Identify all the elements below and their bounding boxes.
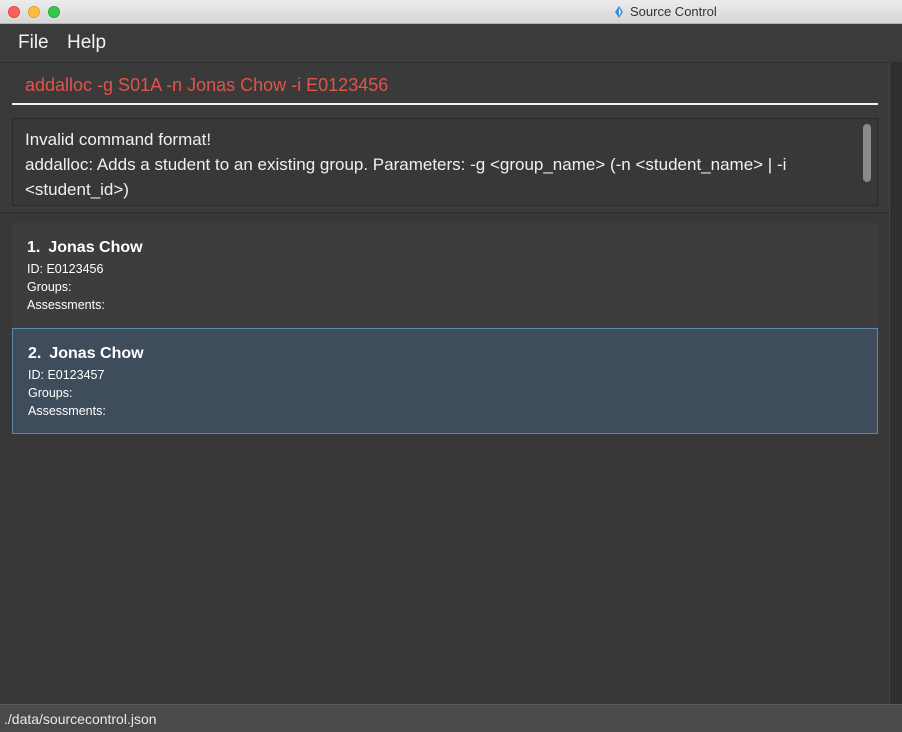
status-save-location: ./data/sourcecontrol.json [4,711,157,727]
maximize-window-button[interactable] [48,6,60,18]
student-groups: Groups: [28,386,73,400]
student-name: Jonas Chow [48,239,143,256]
menu-bar: File Help [0,24,902,62]
minimize-window-button[interactable] [28,6,40,18]
result-display-panel: Invalid command format! addalloc: Adds a… [0,112,889,212]
student-card-selected[interactable]: 2. Jonas Chow ID: E0123457 Groups: Assess… [12,328,878,434]
student-id: ID: E0123457 [28,368,105,382]
command-input[interactable] [12,67,878,105]
menu-help[interactable]: Help [67,32,106,54]
close-window-button[interactable] [8,6,20,18]
menu-file[interactable]: File [18,32,49,54]
window-title-label: Source Control [630,4,717,19]
student-index: 1. [27,239,41,256]
student-assessments: Assessments: [28,404,106,418]
window-right-edge [889,62,902,704]
student-name: Jonas Chow [49,345,144,362]
student-list-panel: 1. Jonas Chow ID: E0123456 Groups: Assess… [0,214,889,704]
result-scrollbar-thumb[interactable] [863,124,871,182]
result-display: Invalid command format! addalloc: Adds a… [12,118,878,206]
window-title: Source Control [612,4,717,19]
student-card-title: 1. Jonas Chow [27,239,878,257]
student-card-title: 2. Jonas Chow [28,345,877,363]
command-box-panel [0,62,889,113]
student-assessments: Assessments: [27,298,105,312]
student-card[interactable]: 1. Jonas Chow ID: E0123456 Groups: Assess… [12,223,878,329]
student-id: ID: E0123456 [27,262,104,276]
result-message: Invalid command format! addalloc: Adds a… [25,130,787,199]
student-index: 2. [28,345,42,362]
source-control-app-icon [612,5,626,19]
status-bar: ./data/sourcecontrol.json [0,704,902,732]
window-titlebar: Source Control [0,0,902,24]
student-groups: Groups: [27,280,72,294]
